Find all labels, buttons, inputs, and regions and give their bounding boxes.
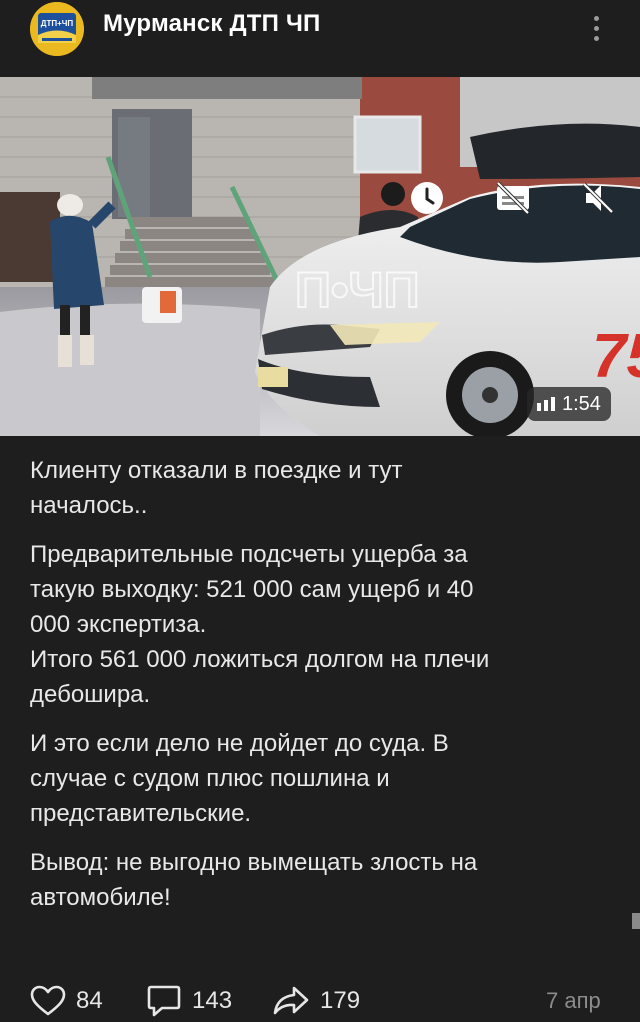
channel-title[interactable]: Мурманск ДТП ЧП (103, 10, 320, 38)
heart-icon (30, 985, 66, 1016)
clock-icon[interactable] (407, 178, 447, 218)
like-count: 84 (76, 987, 103, 1014)
comment-button[interactable]: 143 (146, 980, 232, 1022)
watermark-text: П•ЧП (295, 262, 420, 318)
post-paragraph: И это если дело не дойдет до суда. В слу… (30, 730, 449, 827)
post-date: 7 апр (546, 988, 601, 1013)
mute-icon[interactable] (578, 178, 618, 218)
more-vertical-icon[interactable] (580, 8, 612, 48)
share-count: 179 (320, 987, 361, 1014)
svg-text:ДТП+ЧП: ДТП+ЧП (41, 19, 74, 28)
post-paragraph: Вывод: не выгодно вымещать злость на авт… (30, 849, 478, 911)
share-icon (273, 986, 309, 1015)
channel-logo-icon: ДТП+ЧП (30, 2, 84, 56)
post-text: Клиенту отказали в поездке и тут началос… (30, 453, 620, 929)
like-button[interactable]: 84 (30, 980, 103, 1022)
scrollbar-thumb[interactable] (632, 913, 640, 929)
comment-count: 143 (192, 987, 233, 1014)
post-paragraph: Предварительные подсчеты ущерба за такую… (30, 541, 490, 708)
signal-bars-icon (537, 397, 555, 411)
share-button[interactable]: 179 (272, 980, 360, 1022)
channel-avatar[interactable]: ДТП+ЧП (30, 2, 84, 56)
video-thumbnail: 75 П•ЧП (0, 77, 640, 436)
post-footer: 84 143 179 7 апр (0, 980, 640, 1022)
video-player[interactable]: 75 П•ЧП 1:54 (0, 77, 640, 436)
video-duration-badge: 1:54 (527, 387, 611, 421)
video-duration: 1:54 (562, 392, 601, 415)
subtitles-off-icon[interactable] (493, 178, 533, 218)
svg-text:75: 75 (592, 322, 640, 391)
comment-icon (147, 985, 181, 1017)
post-paragraph: Клиенту отказали в поездке и тут началос… (30, 457, 403, 519)
channel-header: ДТП+ЧП Мурманск ДТП ЧП (0, 0, 640, 76)
